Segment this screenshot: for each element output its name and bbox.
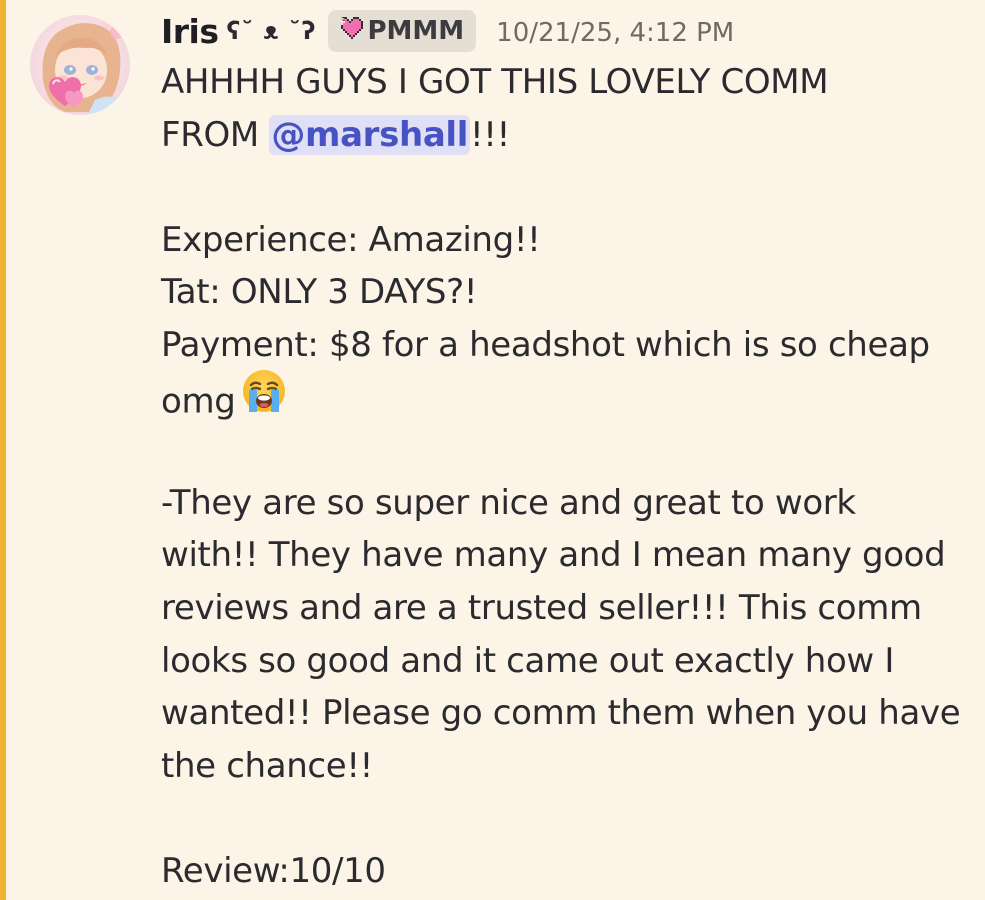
message-line: FROM @marshall!!! <box>161 109 961 162</box>
message-line: reviews and are a trusted seller!!! This… <box>161 587 922 628</box>
message-header: Iris ʕ˘ ᴥ ˘ʔ PMMM 10/21/25, 4:12 PM <box>161 6 961 56</box>
message-text: omg <box>161 380 236 421</box>
message-line: AHHHH GUYS I GOT THIS LOVELY COMM <box>161 62 829 102</box>
message-line: the chance!! <box>161 745 373 786</box>
message-line: Review:10/10 <box>161 850 386 891</box>
role-tag-label: PMMM <box>367 16 465 46</box>
message-line: omg <box>161 369 961 425</box>
message-line: Tat: ONLY 3 DAYS?! <box>161 272 478 313</box>
message-line: Payment: $8 for a headshot which is so c… <box>161 324 930 365</box>
message-line: with!! They have many and I mean many go… <box>161 535 946 576</box>
message-line: -They are so super nice and great to wor… <box>161 482 856 523</box>
user-mention[interactable]: @marshall <box>269 114 471 155</box>
timestamp[interactable]: 10/21/25, 4:12 PM <box>496 18 734 48</box>
message-text: !!! <box>470 114 510 155</box>
message-line: looks so good and it came out exactly ho… <box>161 640 895 681</box>
message-text: FROM <box>161 114 270 155</box>
message-body: AHHHH GUYS I GOT THIS LOVELY COMM FROM @… <box>161 56 961 898</box>
message-line: wanted!! Please go comm them when you ha… <box>161 693 961 734</box>
avatar[interactable] <box>25 10 135 120</box>
chat-message[interactable]: Iris ʕ˘ ᴥ ˘ʔ PMMM 10/21/25, 4:12 PM AHHH… <box>0 0 985 900</box>
pixel-heart-icon <box>337 16 364 46</box>
loudly-crying-face-icon <box>241 368 287 430</box>
message-content: Iris ʕ˘ ᴥ ˘ʔ PMMM 10/21/25, 4:12 PM AHHH… <box>161 6 961 898</box>
message-line: Experience: Amazing!! <box>161 219 541 260</box>
role-tag[interactable]: PMMM <box>328 10 477 52</box>
username[interactable]: Iris <box>161 12 219 51</box>
username-decoration: ʕ˘ ᴥ ˘ʔ <box>226 16 317 45</box>
